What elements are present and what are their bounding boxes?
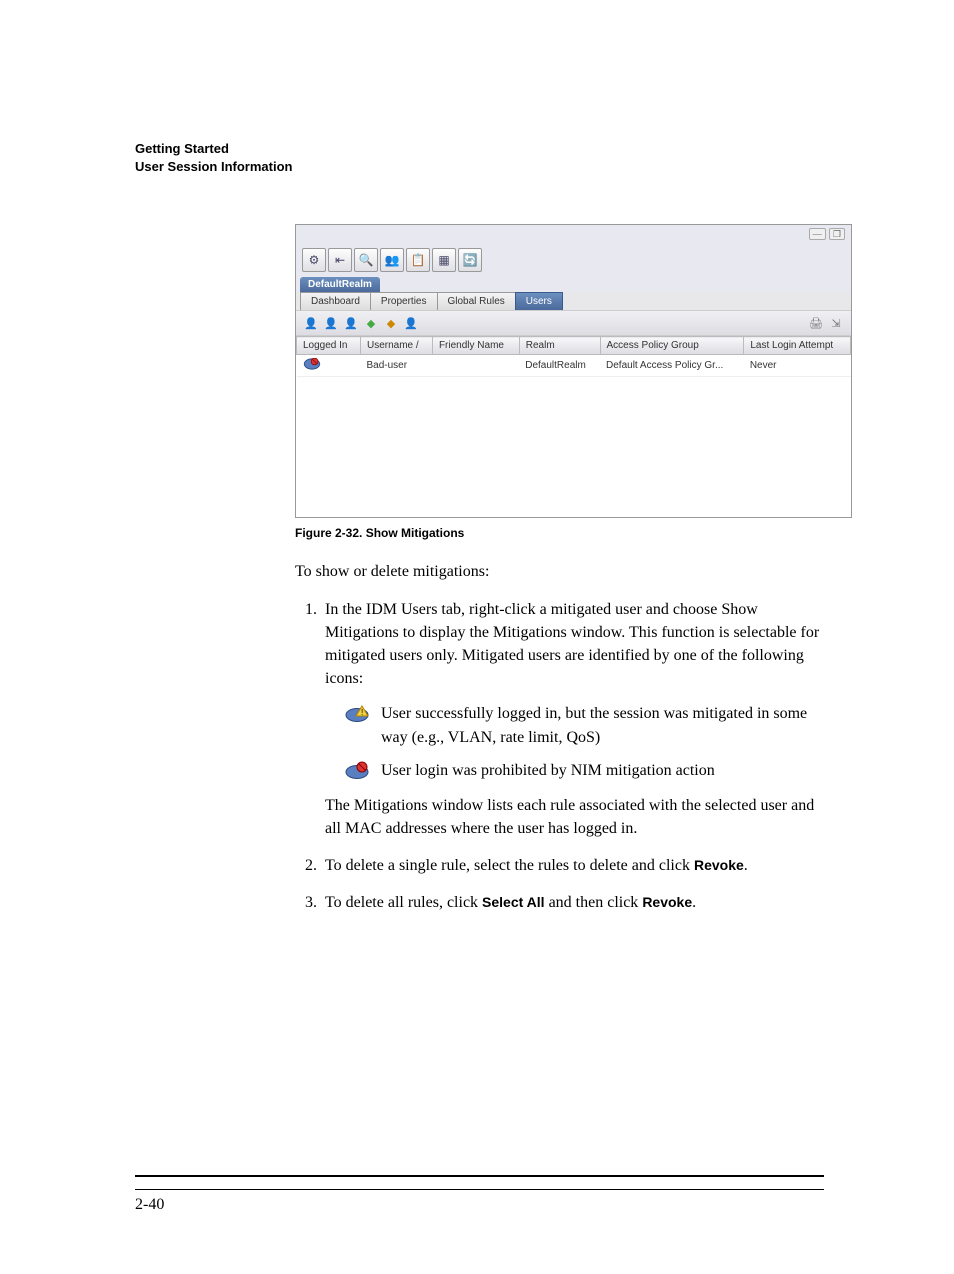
cell-realm: DefaultRealm: [519, 355, 600, 377]
step-2-text-a: To delete a single rule, select the rule…: [325, 857, 694, 874]
cell-logged-in-icon: [297, 355, 361, 377]
col-last-login[interactable]: Last Login Attempt: [744, 337, 851, 355]
back-icon[interactable]: ⇤: [328, 248, 352, 272]
window-controls: — ❐: [296, 225, 851, 244]
col-realm[interactable]: Realm: [519, 337, 600, 355]
report-icon[interactable]: 📋: [406, 248, 430, 272]
refresh-icon[interactable]: 🔄: [458, 248, 482, 272]
col-logged-in[interactable]: Logged In: [297, 337, 361, 355]
table-row[interactable]: Bad-user DefaultRealm Default Access Pol…: [297, 355, 851, 377]
cell-apg: Default Access Policy Gr...: [600, 355, 744, 377]
step-1-text: In the IDM Users tab, right-click a miti…: [325, 601, 819, 688]
users-table: Logged In Username / Friendly Name Realm…: [296, 336, 851, 377]
icon-item-1-text: User successfully logged in, but the ses…: [381, 705, 807, 745]
svg-text:!: !: [361, 708, 363, 717]
tab-global-rules[interactable]: Global Rules: [437, 292, 516, 310]
icon-item-1: ! User successfully logged in, but the s…: [345, 702, 824, 748]
user-config-icon[interactable]: 👤: [402, 314, 420, 332]
page-number: 2-40: [135, 1196, 164, 1213]
prohibited-login-icon: [303, 358, 319, 370]
mitigated-session-icon: !: [345, 704, 369, 720]
step-3-text-c: and then click: [545, 894, 643, 911]
users-icon[interactable]: 👥: [380, 248, 404, 272]
icon-item-2: User login was prohibited by NIM mitigat…: [345, 759, 824, 782]
user-grey2-icon[interactable]: 👤: [342, 314, 360, 332]
user-grey-icon[interactable]: 👤: [322, 314, 340, 332]
cell-last-login: Never: [744, 355, 851, 377]
tab-properties[interactable]: Properties: [370, 292, 438, 310]
table-header-row: Logged In Username / Friendly Name Realm…: [297, 337, 851, 355]
user-yellow-icon[interactable]: 👤: [302, 314, 320, 332]
step-3: To delete all rules, click Select All an…: [321, 891, 824, 914]
page-footer: 2-40: [135, 1175, 824, 1214]
step-1-para-2: The Mitigations window lists each rule a…: [325, 794, 824, 840]
cell-friendly: [432, 355, 519, 377]
figure-caption: Figure 2-32. Show Mitigations: [295, 526, 824, 540]
page-header: Getting Started User Session Information: [135, 140, 824, 176]
col-friendly-name[interactable]: Friendly Name: [432, 337, 519, 355]
step-3-revoke: Revoke: [642, 894, 692, 910]
print-icon[interactable]: 🖨: [807, 314, 825, 332]
step-2: To delete a single rule, select the rule…: [321, 854, 824, 877]
step-3-text-e: .: [692, 894, 696, 911]
tab-users[interactable]: Users: [515, 292, 563, 310]
find-icon[interactable]: 🔍: [354, 248, 378, 272]
sub-tab-bar: Dashboard Properties Global Rules Users: [296, 292, 851, 310]
action-bar: 👤 👤 👤 ◆ ◆ 👤 🖨 ⇲: [296, 310, 851, 336]
diamond-orange-icon[interactable]: ◆: [382, 314, 400, 332]
steps-list: In the IDM Users tab, right-click a miti…: [295, 598, 824, 915]
icon-item-2-text: User login was prohibited by NIM mitigat…: [381, 762, 715, 779]
step-2-text-c: .: [744, 857, 748, 874]
step-1: In the IDM Users tab, right-click a miti…: [321, 598, 824, 841]
step-2-revoke: Revoke: [694, 857, 744, 873]
diamond-green-icon[interactable]: ◆: [362, 314, 380, 332]
step-3-select-all: Select All: [482, 894, 545, 910]
export-icon[interactable]: ⇲: [827, 314, 845, 332]
tab-dashboard[interactable]: Dashboard: [300, 292, 371, 310]
header-line-2: User Session Information: [135, 158, 824, 176]
col-username[interactable]: Username /: [360, 337, 432, 355]
prohibited-login-icon: [345, 761, 369, 777]
header-line-1: Getting Started: [135, 140, 824, 158]
grid-icon[interactable]: ▦: [432, 248, 456, 272]
intro-text: To show or delete mitigations:: [295, 560, 824, 583]
table-empty-area: [296, 377, 851, 517]
col-apg[interactable]: Access Policy Group: [600, 337, 744, 355]
cell-username: Bad-user: [360, 355, 432, 377]
step-3-text-a: To delete all rules, click: [325, 894, 482, 911]
restore-icon[interactable]: ❐: [829, 228, 845, 240]
main-toolbar: ⚙ ⇤ 🔍 👥 📋 ▦ 🔄: [296, 244, 851, 274]
minimize-icon[interactable]: —: [809, 228, 826, 240]
preferences-icon[interactable]: ⚙: [302, 248, 326, 272]
realm-tab[interactable]: DefaultRealm: [300, 277, 380, 292]
idm-users-screenshot: — ❐ ⚙ ⇤ 🔍 👥 📋 ▦ 🔄 DefaultRealm Dashboard…: [295, 224, 852, 518]
